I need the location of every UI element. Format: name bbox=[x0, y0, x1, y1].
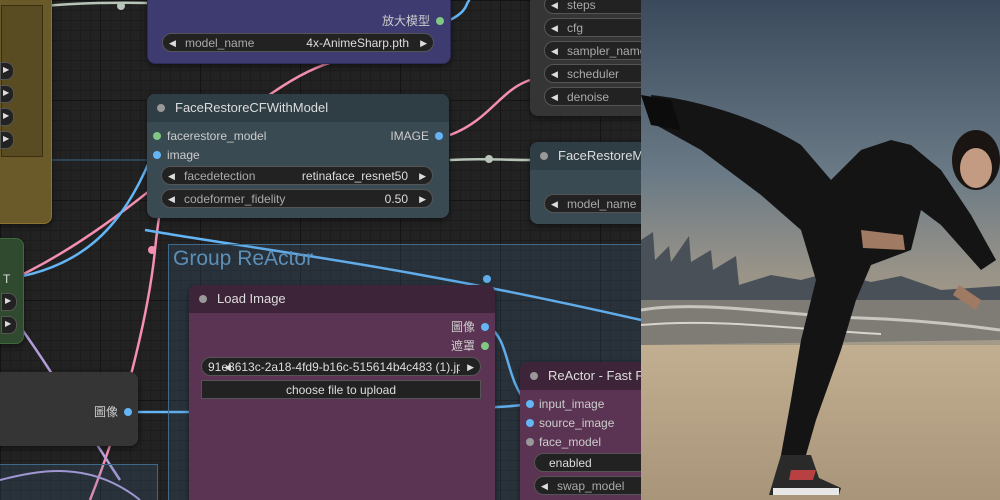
sampler-name-combo[interactable]: ◀ sampler_name bbox=[544, 41, 641, 60]
load-image-image-output-pin[interactable] bbox=[481, 323, 489, 331]
combo-right-arrow-icon[interactable]: ▶ bbox=[467, 358, 474, 377]
facedetection-combo[interactable]: ◀ facedetection retinaface_resnet50 ▶ bbox=[161, 166, 433, 185]
left-node-arrow-3[interactable]: ▶ bbox=[0, 108, 14, 126]
facerestore-image-input-label: image bbox=[167, 148, 200, 162]
cfg-label: cfg bbox=[567, 21, 584, 35]
load-image-mask-output-label: 遮罩 bbox=[450, 339, 475, 353]
node-collapse-dot[interactable] bbox=[530, 372, 538, 380]
denoise-number[interactable]: ◀ denoise bbox=[544, 87, 641, 106]
scheduler-combo[interactable]: ◀ scheduler bbox=[544, 64, 641, 83]
reactor-input-image-pin[interactable] bbox=[526, 400, 534, 408]
facerestore-model-name-combo[interactable]: ◀ model_name bbox=[544, 194, 641, 213]
preview-image bbox=[641, 0, 1000, 500]
left-green-arrow-1[interactable]: ▶ bbox=[1, 293, 17, 311]
facerestore-node[interactable]: FaceRestoreCFWithModel facerestore_model… bbox=[147, 94, 449, 218]
left-node-arrow-4[interactable]: ▶ bbox=[0, 131, 14, 149]
left-image-output-label: 圖像 bbox=[93, 405, 118, 419]
left-image-output-node[interactable]: 圖像 bbox=[0, 372, 138, 446]
combo-left-arrow-icon[interactable]: ◀ bbox=[169, 34, 176, 53]
facerestore-model-name-label: model_name bbox=[567, 197, 637, 211]
reactor-swap-model-label: swap_model bbox=[557, 479, 625, 493]
node-collapse-dot[interactable] bbox=[157, 104, 165, 112]
number-decrement-icon[interactable]: ◀ bbox=[551, 19, 558, 38]
load-image-mask-output-pin[interactable] bbox=[481, 342, 489, 350]
reactor-face-model-label: face_model bbox=[539, 435, 602, 449]
upscale-model-loader-node[interactable]: 放大模型 ◀ model_name 4x-AnimeSharp.pth ▶ bbox=[147, 0, 451, 64]
reactor-enabled-toggle[interactable]: enabled bbox=[534, 453, 641, 472]
codeformer-fidelity-number[interactable]: ◀ codeformer_fidelity 0.50 ▶ bbox=[161, 189, 433, 208]
left-image-output-pin[interactable] bbox=[124, 408, 132, 416]
choose-file-button[interactable]: choose file to upload bbox=[201, 380, 481, 399]
facerestore-image-output-pin[interactable] bbox=[435, 132, 443, 140]
reactor-source-image-label: source_image bbox=[539, 416, 615, 430]
facerestore-model-input-pin[interactable] bbox=[153, 132, 161, 140]
upscale-model-output-pin[interactable] bbox=[436, 17, 444, 25]
facerestore-title-text: FaceRestoreCFWithModel bbox=[175, 100, 329, 115]
left-node-arrow-2[interactable]: ▶ bbox=[0, 85, 14, 103]
left-green-node-label: T bbox=[3, 272, 11, 286]
model-name-combo[interactable]: ◀ model_name 4x-AnimeSharp.pth ▶ bbox=[162, 33, 434, 52]
facerestore-model-input-label: facerestore_model bbox=[167, 129, 267, 143]
group-reactor-title[interactable]: Group ReActor bbox=[173, 247, 313, 271]
combo-right-arrow-icon[interactable]: ▶ bbox=[420, 34, 427, 53]
number-increment-icon[interactable]: ▶ bbox=[419, 190, 426, 209]
bottom-left-group[interactable] bbox=[0, 464, 158, 500]
sampler-node[interactable]: ◀ steps ◀ cfg ◀ sampler_name ◀ scheduler ◀ de… bbox=[530, 0, 641, 116]
reactor-source-image-pin[interactable] bbox=[526, 419, 534, 427]
facerestore-node-title[interactable]: FaceRestoreCFWithModel bbox=[147, 94, 449, 122]
left-node-arrow-1[interactable]: ▶ bbox=[0, 62, 14, 80]
node-graph-canvas[interactable]: ▶ ▶ ▶ ▶ T ▶ ▶ 放大模型 ◀ model_name 4x-Anime… bbox=[0, 0, 641, 500]
image-file-name: 91e8613c-2a18-4fd9-b16c-515614b4c483 (1)… bbox=[208, 360, 460, 374]
cfg-number[interactable]: ◀ cfg bbox=[544, 18, 641, 37]
model-name-label: model_name bbox=[185, 36, 255, 50]
facerestore-image-input-pin[interactable] bbox=[153, 151, 161, 159]
combo-left-arrow-icon[interactable]: ◀ bbox=[168, 167, 175, 186]
sampler-name-label: sampler_name bbox=[567, 44, 641, 58]
denoise-label: denoise bbox=[567, 90, 610, 104]
codeformer-fidelity-label: codeformer_fidelity bbox=[184, 192, 286, 206]
number-decrement-icon[interactable]: ◀ bbox=[551, 88, 558, 107]
number-decrement-icon[interactable]: ◀ bbox=[168, 190, 175, 209]
facerestore-image-output-label: IMAGE bbox=[390, 129, 429, 143]
combo-left-arrow-icon[interactable]: ◀ bbox=[551, 42, 558, 61]
combo-left-arrow-icon[interactable]: ◀ bbox=[541, 477, 548, 496]
steps-number[interactable]: ◀ steps bbox=[544, 0, 641, 14]
reactor-input-image-label: input_image bbox=[539, 397, 605, 411]
reactor-enabled-label: enabled bbox=[549, 456, 592, 470]
load-image-image-output-label: 圖像 bbox=[450, 320, 475, 334]
model-name-value: 4x-AnimeSharp.pth bbox=[306, 36, 409, 50]
reactor-node[interactable]: ReActor - Fast F input_image source_imag… bbox=[520, 362, 641, 500]
combo-left-arrow-icon[interactable]: ◀ bbox=[551, 65, 558, 84]
combo-right-arrow-icon[interactable]: ▶ bbox=[419, 167, 426, 186]
left-green-arrow-2[interactable]: ▶ bbox=[1, 316, 17, 334]
facerestore-model-loader-node[interactable]: FaceRestoreM ◀ model_name bbox=[530, 142, 641, 224]
choose-file-label: choose file to upload bbox=[285, 383, 397, 397]
node-collapse-dot[interactable] bbox=[540, 152, 548, 160]
combo-left-arrow-icon[interactable]: ◀ bbox=[551, 195, 558, 214]
reactor-title-text: ReActor - Fast F bbox=[548, 368, 641, 383]
scheduler-label: scheduler bbox=[567, 67, 620, 81]
upscale-model-output-label: 放大模型 bbox=[381, 14, 430, 28]
reactor-title[interactable]: ReActor - Fast F bbox=[520, 362, 641, 390]
codeformer-fidelity-value: 0.50 bbox=[384, 192, 408, 206]
reactor-face-model-pin[interactable] bbox=[526, 438, 534, 446]
facerestore-loader-title-text: FaceRestoreM bbox=[558, 148, 641, 163]
load-image-title-text: Load Image bbox=[217, 291, 286, 306]
node-collapse-dot[interactable] bbox=[199, 295, 207, 303]
image-preview bbox=[641, 0, 1000, 500]
number-decrement-icon[interactable]: ◀ bbox=[551, 0, 558, 15]
reactor-swap-model-combo[interactable]: ◀ swap_model bbox=[534, 476, 641, 495]
facedetection-value: retinaface_resnet50 bbox=[301, 169, 408, 183]
load-image-title[interactable]: Load Image bbox=[189, 285, 495, 313]
left-green-node[interactable]: T ▶ ▶ bbox=[0, 238, 24, 344]
image-file-combo[interactable]: ◀ 91e8613c-2a18-4fd9-b16c-515614b4c483 (… bbox=[201, 357, 481, 376]
facedetection-label: facedetection bbox=[184, 169, 256, 183]
load-image-node[interactable]: Load Image 圖像 遮罩 ◀ 91e8613c-2a18-4fd9-b1… bbox=[189, 285, 495, 500]
facerestore-loader-title[interactable]: FaceRestoreM bbox=[530, 142, 641, 170]
steps-label: steps bbox=[567, 0, 596, 12]
